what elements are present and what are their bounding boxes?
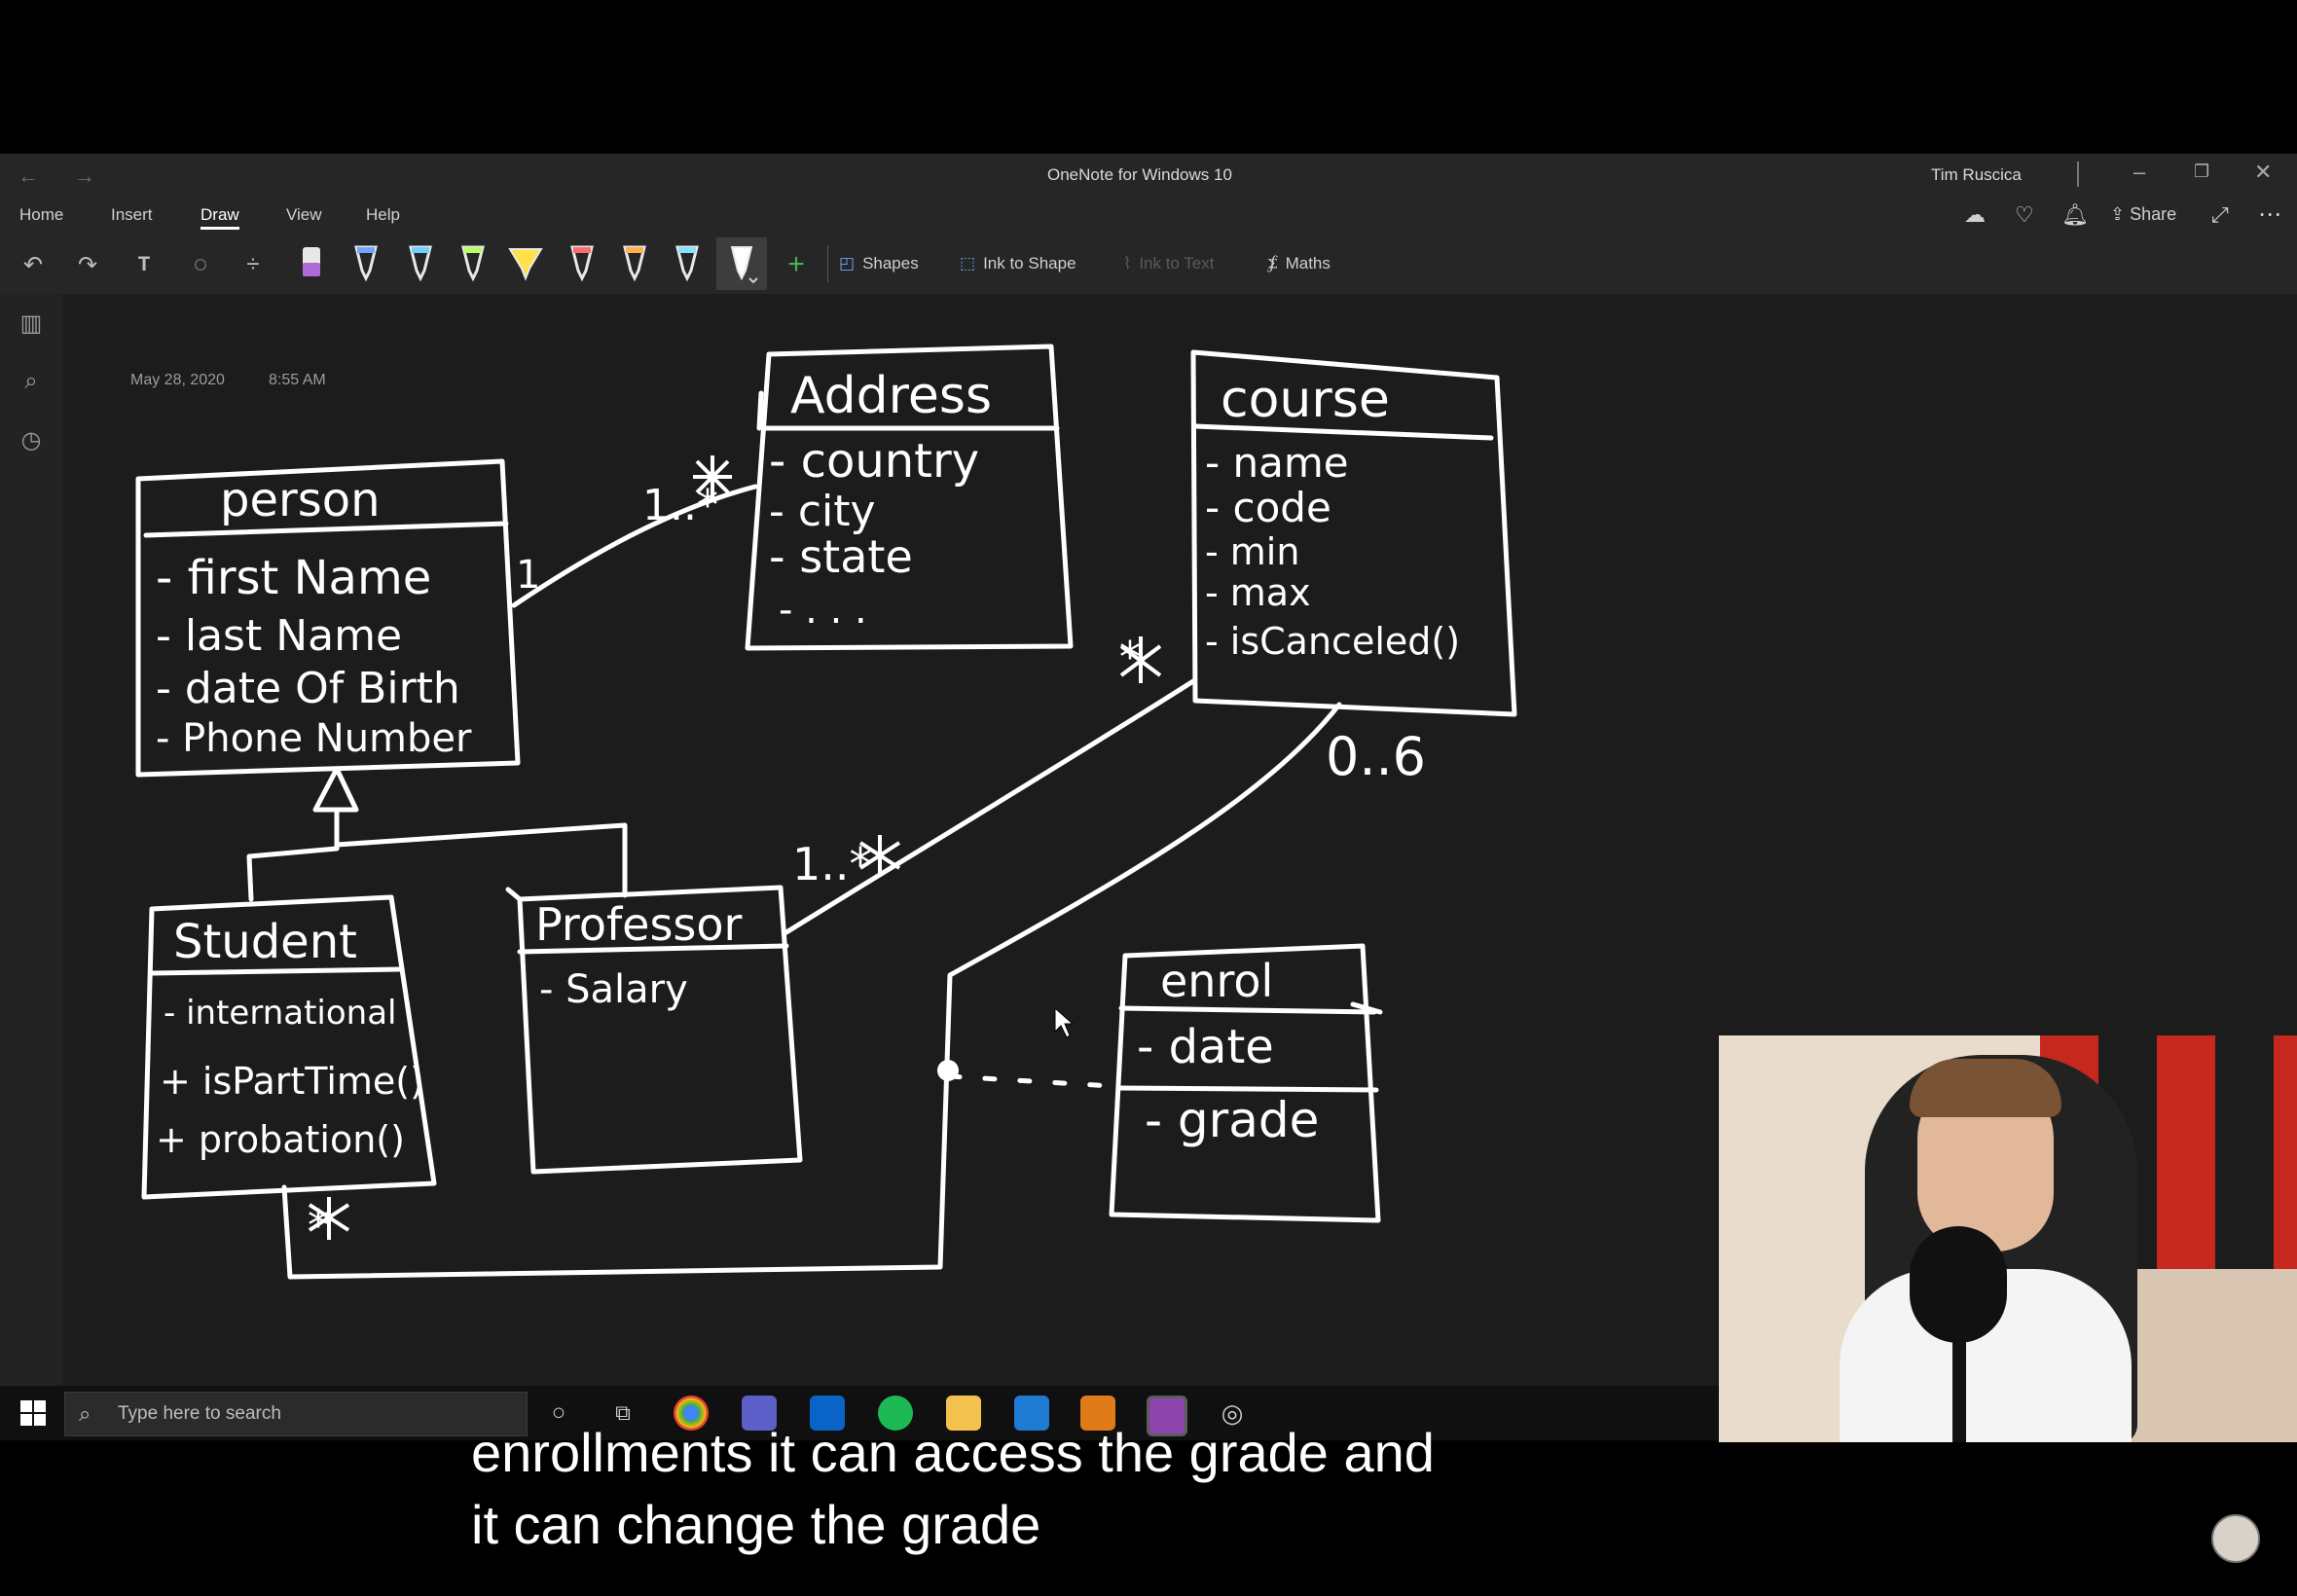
- professor-attr-salary: - Salary: [539, 967, 688, 1012]
- webcam-overlay: [1719, 1035, 2297, 1442]
- enrol-title: enrol: [1160, 955, 1273, 1007]
- mult-course-professor-professor: 1..*: [792, 838, 872, 890]
- student-attr-is-part-time: + isPartTime(): [160, 1060, 424, 1103]
- person-address-line: [511, 484, 758, 608]
- caption-line-1: enrollments it can access the grade and: [471, 1422, 1435, 1483]
- inheritance-arrow: [312, 766, 359, 813]
- professor-title: Professor: [535, 898, 743, 951]
- windows-start-icon[interactable]: [19, 1399, 47, 1427]
- inheritance-student-line: [246, 807, 340, 902]
- student-attr-probation: + probation(): [156, 1118, 405, 1161]
- search-icon: ⌕: [79, 1401, 91, 1426]
- mult-student-course-student: *: [308, 1201, 329, 1251]
- mult-person-address-address: 1..*: [642, 481, 718, 530]
- course-attr-max: - max: [1205, 571, 1311, 614]
- mult-person-address-person: 1: [516, 553, 540, 598]
- enrol-attr-grade: - grade: [1145, 1092, 1319, 1148]
- taskbar-search-placeholder: Type here to search: [118, 1403, 281, 1424]
- address-attr-country: - country: [769, 434, 979, 489]
- address-attr-city: - city: [769, 487, 876, 536]
- course-professor-line: [784, 678, 1196, 935]
- course-attr-is-canceled: - isCanceled(): [1205, 620, 1460, 663]
- student-title: Student: [173, 915, 357, 969]
- enrol-divider-2: [1116, 1085, 1379, 1093]
- person-attr-last-name: - last Name: [156, 611, 402, 661]
- course-attr-min: - min: [1205, 530, 1299, 573]
- mult-course-professor-course: *: [1119, 633, 1141, 682]
- student-divider: [149, 966, 404, 976]
- course-attr-name: - name: [1205, 439, 1349, 487]
- association-class-dashed-line: [947, 1073, 1114, 1089]
- caption-line-2: it can change the grade: [471, 1494, 1041, 1555]
- address-attr-more: - . . .: [779, 588, 867, 633]
- enrol-attr-date: - date: [1137, 1020, 1274, 1074]
- student-attr-international: - international: [164, 994, 397, 1033]
- course-attr-code: - code: [1205, 484, 1331, 531]
- inheritance-professor-line: [334, 822, 628, 898]
- association-junction-dot: [937, 1060, 959, 1081]
- webcam-mic-arm: [1952, 1327, 1966, 1442]
- person-title: person: [220, 473, 381, 527]
- webcam-person-hair: [1910, 1059, 2061, 1117]
- video-caption: enrollments it can access the grade and …: [471, 1417, 1542, 1561]
- person-attr-phone-number: - Phone Number: [156, 716, 472, 761]
- mouse-pointer-icon: [1054, 1006, 1075, 1038]
- enrol-divider-1: [1118, 1005, 1377, 1015]
- person-attr-date-of-birth: - date Of Birth: [156, 664, 460, 713]
- webcam-microphone: [1910, 1226, 2007, 1343]
- person-attr-first-name: - first Name: [156, 551, 431, 605]
- mult-course-student-course: 0..6: [1326, 726, 1426, 787]
- channel-avatar[interactable]: [2211, 1514, 2260, 1563]
- course-title: course: [1221, 371, 1390, 429]
- address-title: Address: [790, 367, 992, 425]
- address-attr-state: - state: [769, 530, 913, 583]
- taskbar-search-box[interactable]: ⌕ Type here to search: [64, 1392, 528, 1436]
